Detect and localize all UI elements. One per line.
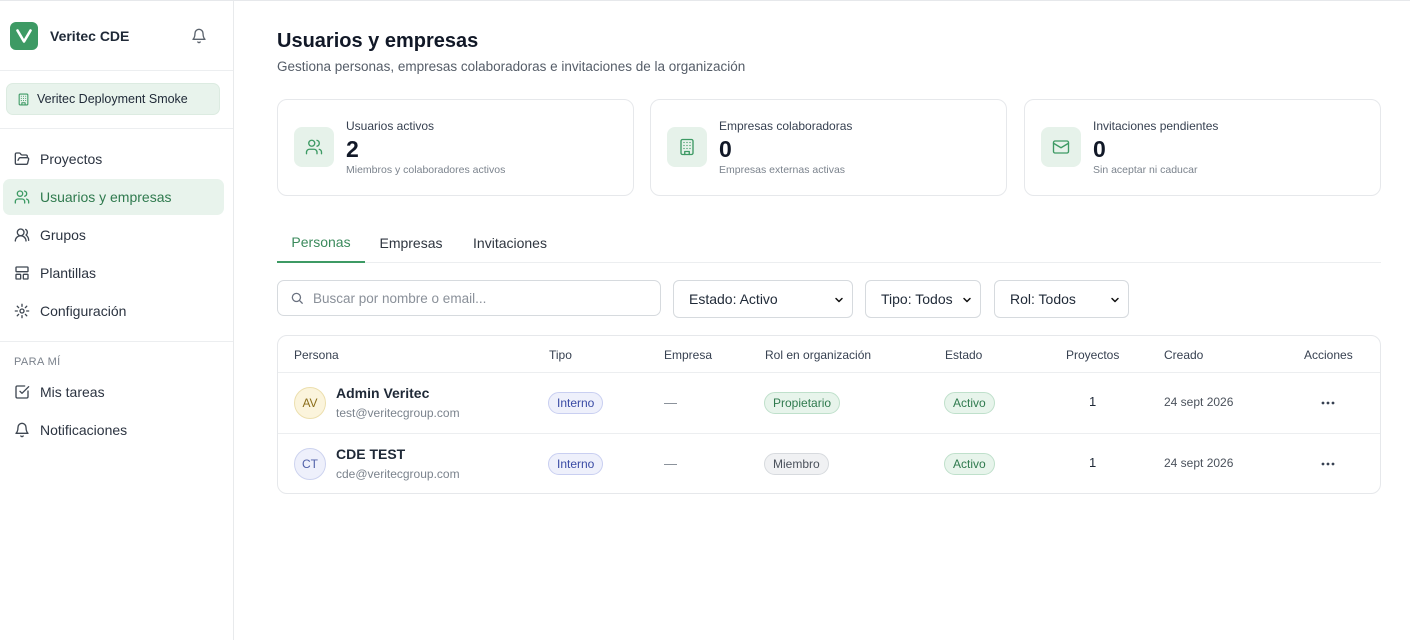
notifications-bell-icon[interactable] [190, 27, 208, 45]
sidebar: Veritec CDE Veritec Deployment Smoke Pro… [0, 1, 234, 640]
nav-item-plantillas[interactable]: Plantillas [3, 255, 224, 291]
people-table: Persona Tipo Empresa Rol en organización… [277, 335, 1381, 494]
brand-header: Veritec CDE [0, 1, 233, 71]
group-icon [14, 228, 30, 242]
estado-select[interactable]: Estado: Activo [673, 280, 853, 318]
search-placeholder: Buscar por nombre o email... [313, 290, 487, 306]
avatar: AV [294, 387, 326, 419]
stat-card-empresas: Empresas colaboradoras 0 Empresas extern… [650, 99, 1007, 196]
table-row[interactable]: CT CDE TEST cde@veritecgroup.com Interno… [278, 433, 1380, 493]
rol-select-value: Rol: Todos [1010, 291, 1076, 307]
chevron-down-icon [963, 297, 971, 303]
tipo-select-value: Tipo: Todos [881, 291, 953, 307]
stat-value: 0 [1093, 136, 1106, 162]
main-nav: Proyectos Usuarios y empresas Grupos Pla… [0, 129, 233, 329]
page-subtitle: Gestiona personas, empresas colaboradora… [277, 59, 746, 74]
nav-label: Plantillas [40, 265, 97, 281]
stat-description: Empresas externas activas [719, 164, 846, 176]
stat-label: Empresas colaboradoras [719, 119, 853, 133]
nav-label: Usuarios y empresas [40, 189, 172, 205]
stat-card-usuarios: Usuarios activos 2 Miembros y colaborado… [277, 99, 634, 196]
chevron-down-icon [1111, 297, 1119, 303]
chevron-down-icon [835, 297, 843, 303]
stat-label: Usuarios activos [346, 119, 435, 133]
nav-item-mis-tareas[interactable]: Mis tareas [3, 374, 224, 410]
estado-select-value: Estado: Activo [689, 291, 778, 307]
stat-value: 2 [346, 136, 359, 162]
building-icon [18, 93, 29, 105]
column-header: Estado [945, 348, 983, 362]
section-label-personal: PARA MÍ [14, 356, 61, 368]
stat-card-invitaciones: Invitaciones pendientes 0 Sin aceptar ni… [1024, 99, 1381, 196]
more-actions-icon[interactable] [1318, 456, 1338, 472]
nav-item-grupos[interactable]: Grupos [3, 217, 224, 253]
rol-select[interactable]: Rol: Todos [994, 280, 1129, 318]
org-switcher[interactable]: Veritec Deployment Smoke [6, 83, 220, 115]
avatar: CT [294, 448, 326, 480]
nav-item-notificaciones[interactable]: Notificaciones [3, 412, 224, 448]
stat-label: Invitaciones pendientes [1093, 119, 1219, 133]
gear-icon [14, 303, 30, 319]
column-header: Proyectos [1066, 348, 1120, 362]
users-icon [14, 190, 30, 204]
building-icon [667, 127, 707, 167]
nav-label: Proyectos [40, 151, 103, 167]
table-header: Persona Tipo Empresa Rol en organización… [278, 336, 1380, 373]
org-name: Veritec Deployment Smoke [37, 92, 188, 106]
tipo-select[interactable]: Tipo: Todos [865, 280, 981, 318]
type-badge: Interno [548, 453, 604, 475]
projects-count: 1 [1089, 455, 1097, 470]
person-email: cde@veritecgroup.com [336, 467, 460, 481]
column-header: Persona [294, 348, 339, 362]
tab-empresas[interactable]: Empresas [373, 223, 449, 263]
column-header: Acciones [1304, 348, 1353, 362]
person-name: Admin Veritec [336, 385, 430, 401]
nav-label: Mis tareas [40, 384, 105, 400]
projects-count: 1 [1089, 394, 1097, 409]
tabs-bar: Personas Empresas Invitaciones [277, 223, 1381, 263]
type-badge: Interno [548, 392, 604, 414]
search-icon [291, 292, 303, 304]
folder-icon [14, 152, 30, 165]
bell-icon [15, 422, 29, 438]
main-content: Usuarios y empresas Gestiona personas, e… [234, 1, 1410, 640]
template-icon [15, 266, 29, 280]
mail-icon [1041, 127, 1081, 167]
column-header: Empresa [664, 348, 713, 362]
nav-label: Configuración [40, 303, 127, 319]
checkbox-icon [15, 385, 30, 399]
app-shell: Veritec CDE Veritec Deployment Smoke Pro… [0, 0, 1410, 640]
stat-value: 0 [719, 136, 732, 162]
status-badge: Activo [944, 392, 995, 414]
tab-invitaciones[interactable]: Invitaciones [467, 223, 553, 263]
created-date: 24 sept 2026 [1164, 395, 1234, 409]
role-badge: Miembro [764, 453, 829, 475]
search-input[interactable]: Buscar por nombre o email... [277, 280, 661, 316]
nav-label: Grupos [40, 227, 86, 243]
company-value: — [664, 456, 677, 471]
org-switcher-wrap: Veritec Deployment Smoke [0, 71, 233, 129]
created-date: 24 sept 2026 [1164, 456, 1234, 470]
users-icon [294, 127, 334, 167]
logo-icon[interactable] [10, 21, 38, 50]
nav-item-usuarios[interactable]: Usuarios y empresas [3, 179, 224, 215]
nav-item-proyectos[interactable]: Proyectos [3, 141, 224, 177]
table-row[interactable]: AV Admin Veritec test@veritecgroup.com I… [278, 373, 1380, 433]
column-header: Creado [1164, 348, 1204, 362]
nav-item-configuracion[interactable]: Configuración [3, 293, 224, 329]
stat-description: Sin aceptar ni caducar [1093, 164, 1198, 176]
nav-label: Notificaciones [40, 422, 128, 438]
person-email: test@veritecgroup.com [336, 406, 460, 420]
company-value: — [664, 395, 677, 410]
stat-description: Miembros y colaboradores activos [346, 164, 506, 176]
brand-name: Veritec CDE [50, 27, 130, 44]
person-name: CDE TEST [336, 446, 406, 462]
page-title: Usuarios y empresas [277, 30, 479, 52]
column-header: Tipo [549, 348, 572, 362]
role-badge: Propietario [764, 392, 841, 414]
column-header: Rol en organización [765, 348, 872, 362]
tab-personas[interactable]: Personas [277, 223, 365, 263]
more-actions-icon[interactable] [1318, 395, 1338, 411]
status-badge: Activo [944, 453, 995, 475]
